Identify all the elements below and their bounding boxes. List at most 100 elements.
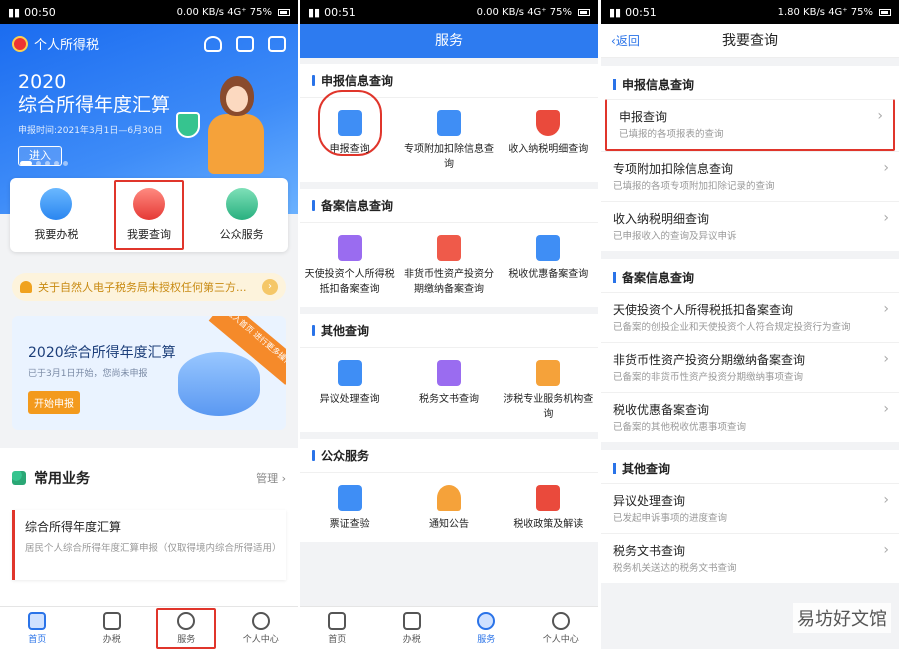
angel-investment-query-row[interactable]: 天使投资个人所得税抵扣备案查询 已备案的创投企业和天使投资个人符合规定投资行为查询 (601, 292, 899, 342)
yuan-shield-icon (536, 110, 561, 136)
section-other-query: 其他查询 异议处理查询已发起申诉事项的进度查询 税务文书查询税务机关送达的税务文… (601, 450, 899, 583)
tab-service[interactable]: 服务 (456, 610, 516, 647)
hero-title-text: 综合所得年度汇算 (18, 94, 171, 116)
hero-illustration (198, 76, 278, 186)
ticket-verify-item[interactable]: 票证查验 (300, 473, 399, 542)
status-bar: ▮▮ 00:50 0.00 KB/s 4G⁺ 75% (0, 0, 298, 24)
app-logo: 个人所得税 (12, 34, 99, 53)
carousel-dots[interactable] (20, 161, 68, 166)
angel-investment-query-item[interactable]: 天使投资个人所得税抵扣备案查询 (300, 223, 399, 307)
non-monetary-asset-query-row[interactable]: 非货币性资产投资分期缴纳备案查询 已备案的非货币性资产投资分期缴纳事项查询 (601, 342, 899, 392)
tab-profile[interactable]: 个人中心 (531, 610, 591, 647)
special-deduction-query-row[interactable]: 专项附加扣除信息查询 已填报的各项专项附加扣除记录的查询 (601, 151, 899, 201)
status-bar: ▮▮ 00:51 0.00 KB/s 4G⁺ 75% (300, 0, 598, 24)
clover-icon (12, 471, 26, 485)
item-label: 税收政策及解读 (513, 519, 584, 530)
objection-query-row[interactable]: 异议处理查询 已发起申诉事项的进度查询 (601, 483, 899, 533)
hero-year: 2020 (18, 71, 67, 93)
income-detail-query-item[interactable]: 收入纳税明细查询 (499, 98, 598, 182)
battery-icon (578, 8, 590, 16)
tab-service[interactable]: 服务 (156, 607, 217, 649)
bell-icon (20, 281, 32, 293)
query-screen: ▮▮ 00:51 1.80 KB/s 4G⁺ 75% ‹返回 我要查询 申报信息查… (601, 0, 899, 649)
tab-label: 首页 (328, 634, 347, 645)
section-title: 公众服务 (300, 439, 598, 473)
tab-bar: 首页 办税 服务 个人中心 (0, 606, 298, 649)
quick-tax-handling[interactable]: 我要办税 (21, 182, 91, 248)
tab-home[interactable]: 首页 (307, 610, 367, 647)
tax-document-query-row[interactable]: 税务文书查询 税务机关送达的税务文书查询 (601, 533, 899, 583)
card-title: 综合所得年度汇算 (25, 520, 122, 534)
quick-label: 公众服务 (219, 228, 264, 241)
section-declaration-query: 申报信息查询 申报查询已填报的各项报表的查询 专项附加扣除信息查询已填报的各项专… (601, 66, 899, 251)
declaration-query-item[interactable]: 申报查询 (300, 90, 399, 182)
status-time: 00:50 (24, 5, 56, 19)
section-filing-query: 备案信息查询 天使投资个人所得税抵扣备案查询 已备案的创投企业和天使投资个人符合规… (601, 259, 899, 442)
section-filing-query: 备案信息查询 天使投资个人所得税抵扣备案查询 非货币性资产投资分期缴纳备案查询 … (300, 189, 598, 307)
divider (298, 0, 300, 649)
item-label: 天使投资个人所得税抵扣备案查询 (304, 269, 395, 295)
status-info: 1.80 KB/s 4G⁺ 75% (777, 6, 873, 18)
status-bar: ▮▮ 00:51 1.80 KB/s 4G⁺ 75% (601, 0, 899, 24)
tab-label: 办税 (402, 634, 421, 645)
section-title: 备案信息查询 (300, 189, 598, 223)
tab-label: 服务 (177, 634, 196, 645)
row-title: 申报查询 (619, 110, 668, 124)
non-monetary-asset-query-item[interactable]: 非货币性资产投资分期缴纳备案查询 (399, 223, 498, 307)
manage-link[interactable]: 管理 › (256, 470, 286, 486)
tax-preference-query-item[interactable]: 税收优惠备案查询 (499, 223, 598, 307)
building-icon (536, 360, 561, 386)
annual-settlement-card[interactable]: 综合所得年度汇算 居民个人综合所得年度汇算申报（仅取得境内综合所得适用） (12, 510, 286, 580)
section-public-service: 公众服务 票证查验 通知公告 税收政策及解读 (300, 439, 598, 542)
start-filing-button[interactable]: 开始申报 (28, 391, 80, 414)
heart-icon (177, 611, 196, 630)
declaration-query-row[interactable]: 申报查询已填报的各项报表的查询 (605, 99, 895, 151)
home-screen: ▮▮ 00:50 0.00 KB/s 4G⁺ 75% 个人所得税 2020 综合所得… (0, 0, 298, 649)
tax-policy-item[interactable]: 税收政策及解读 (499, 473, 598, 542)
tab-tax[interactable]: 办税 (382, 610, 442, 647)
status-time: 00:51 (625, 5, 657, 19)
service-icon (225, 188, 258, 220)
tax-document-query-item[interactable]: 税务文书查询 (399, 348, 498, 432)
section-title: 常用业务 (34, 471, 90, 487)
chart-search-icon (436, 235, 461, 261)
section-declaration-query: 申报信息查询 申报查询 专项附加扣除信息查询 收入纳税明细查询 (300, 64, 598, 182)
tax-agency-query-item[interactable]: 涉税专业服务机构查询 (499, 348, 598, 432)
barcode-icon (337, 485, 362, 511)
battery-icon (879, 8, 891, 16)
signal-icon: ▮▮ (609, 5, 622, 19)
notice-item[interactable]: 通知公告 (399, 473, 498, 542)
tab-home[interactable]: 首页 (7, 610, 67, 647)
row-title: 收入纳税明细查询 (613, 212, 710, 226)
item-label: 税收优惠备案查询 (508, 269, 589, 280)
tab-tax[interactable]: 办税 (82, 610, 142, 647)
section-title: 其他查询 (300, 314, 598, 348)
pencil-icon (40, 188, 73, 220)
item-label: 涉税专业服务机构查询 (503, 394, 594, 420)
row-title: 税务文书查询 (613, 544, 686, 558)
quick-query[interactable]: 我要查询 (113, 180, 184, 250)
row-title: 税收优惠备案查询 (613, 403, 710, 417)
row-desc: 已填报的各项报表的查询 (619, 129, 724, 140)
promo-card[interactable]: 进入首页 进行更多操作 2020综合所得年度汇算 已于3月1日开始，您尚未申报 … (12, 316, 286, 430)
quick-public-service[interactable]: 公众服务 (207, 182, 277, 248)
headset-icon[interactable] (204, 35, 222, 52)
objection-query-item[interactable]: 异议处理查询 (300, 348, 399, 432)
tab-profile[interactable]: 个人中心 (231, 610, 291, 647)
message-icon[interactable] (268, 35, 286, 52)
quick-label: 我要办税 (34, 228, 79, 241)
notice-bar[interactable]: 关于自然人电子税务局未授权任何第三方... › (12, 273, 286, 301)
tax-preference-query-row[interactable]: 税收优惠备案查询 已备案的其他税收优惠事项查询 (601, 392, 899, 442)
section-title: 其他查询 (601, 450, 899, 483)
back-button[interactable]: ‹返回 (611, 24, 640, 58)
document-icon (402, 611, 421, 630)
row-title: 非货币性资产投资分期缴纳备案查询 (613, 353, 806, 367)
income-detail-query-row[interactable]: 收入纳税明细查询 已申报收入的查询及异议申诉 (601, 201, 899, 251)
back-label: 返回 (615, 34, 640, 48)
scan-icon[interactable] (236, 35, 254, 52)
bell-icon (436, 485, 461, 511)
row-title: 异议处理查询 (613, 494, 686, 508)
status-info: 0.00 KB/s 4G⁺ 75% (176, 6, 272, 18)
special-deduction-query-item[interactable]: 专项附加扣除信息查询 (399, 98, 498, 182)
tax-emblem-icon (12, 35, 28, 52)
